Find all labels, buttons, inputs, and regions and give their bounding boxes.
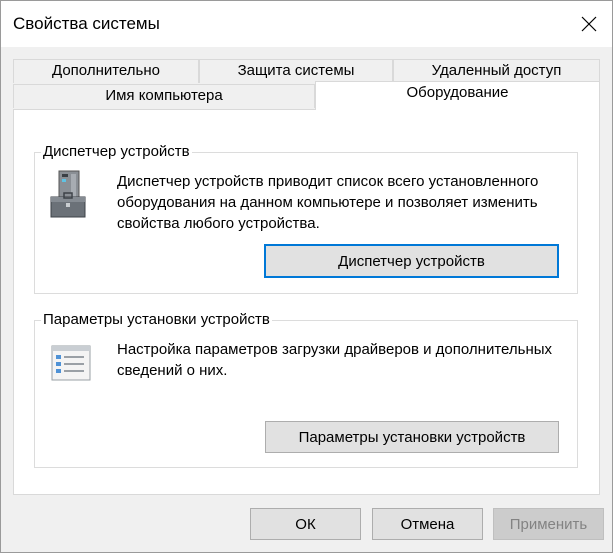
tab-label: Защита системы <box>237 62 355 79</box>
tab-advanced[interactable]: Дополнительно <box>13 59 199 83</box>
title-bar[interactable]: Свойства системы <box>1 1 612 47</box>
close-button[interactable] <box>566 1 612 47</box>
tab-system-protection[interactable]: Защита системы <box>199 59 393 83</box>
device-install-settings-button[interactable]: Параметры установки устройств <box>265 421 559 453</box>
button-label: Применить <box>509 515 588 533</box>
tab-label: Оборудование <box>406 84 509 101</box>
hardware-tab-panel: Диспетчер устройств Диспетчер устройств … <box>13 109 600 495</box>
group-title: Параметры установки устройств <box>41 311 272 329</box>
device-manager-group: Диспетчер устройств Диспетчер устройств … <box>34 143 578 294</box>
tab-computer-name[interactable]: Имя компьютера <box>13 84 315 108</box>
window-title: Свойства системы <box>13 14 160 33</box>
ok-button[interactable]: ОК <box>250 508 361 540</box>
tab-label: Удаленный доступ <box>431 62 562 79</box>
tab-remote[interactable]: Удаленный доступ <box>393 59 600 83</box>
device-manager-icon <box>50 170 86 218</box>
apply-button[interactable]: Применить <box>493 508 604 540</box>
button-label: ОК <box>295 515 316 533</box>
button-label: Отмена <box>400 515 455 533</box>
device-manager-button[interactable]: Диспетчер устройств <box>264 244 559 278</box>
tab-label: Дополнительно <box>52 62 160 79</box>
cancel-button[interactable]: Отмена <box>372 508 483 540</box>
button-label: Параметры установки устройств <box>298 428 526 446</box>
tab-hardware[interactable]: Оборудование <box>315 81 600 110</box>
install-settings-description: Настройка параметров загрузки драйверов … <box>117 341 553 379</box>
tab-label: Имя компьютера <box>105 87 223 104</box>
checklist-icon <box>51 345 91 381</box>
close-icon <box>581 16 597 32</box>
group-title: Диспетчер устройств <box>41 143 192 161</box>
device-install-settings-group: Параметры установки устройств Настройка … <box>34 311 578 468</box>
button-label: Диспетчер устройств <box>338 252 485 270</box>
device-manager-description: Диспетчер устройств приводит список всег… <box>117 173 539 232</box>
system-properties-window: Свойства системы Дополнительно Защита си… <box>0 0 613 553</box>
